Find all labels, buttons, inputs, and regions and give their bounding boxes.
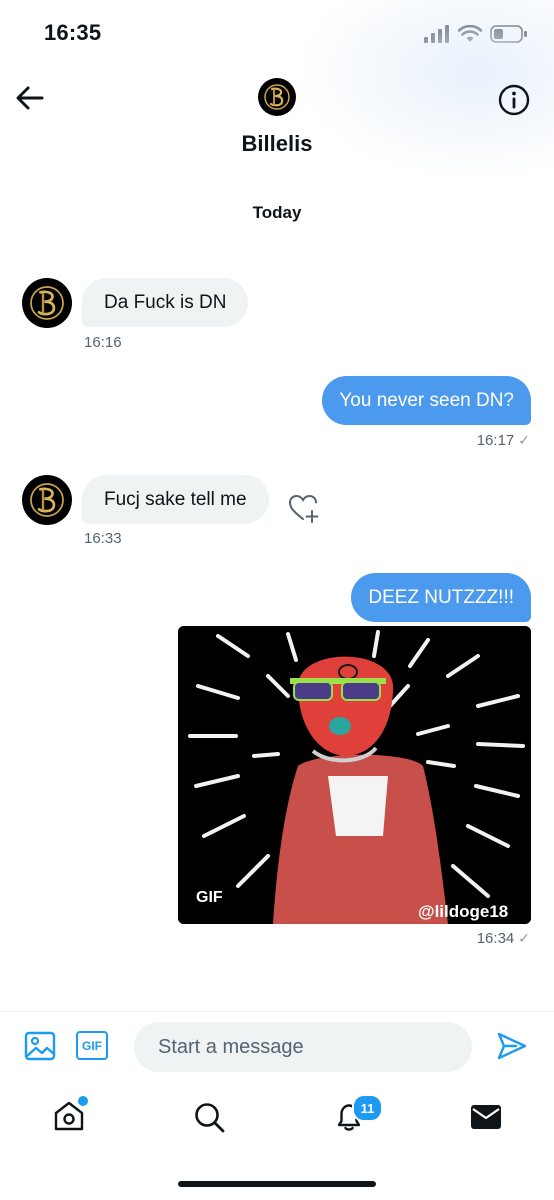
gif-message[interactable]: [178, 626, 531, 924]
message-bubble-incoming[interactable]: Fucj sake tell me: [82, 475, 269, 524]
monogram-logo-icon: [30, 483, 64, 517]
composer-divider: [0, 1011, 554, 1012]
message-meta: 16:17 ✓: [477, 432, 530, 449]
heart-plus-react-icon[interactable]: [288, 492, 322, 524]
sent-check-icon: ✓: [518, 432, 530, 448]
gif-attach-label: GIF: [82, 1038, 102, 1053]
message-bubble-outgoing[interactable]: DEEZ NUTZZZ!!!: [351, 573, 531, 622]
gif-badge: GIF: [196, 889, 223, 906]
message-timestamp: 16:16: [84, 334, 122, 351]
monogram-logo-icon: [264, 84, 290, 110]
home-indicator: [178, 1181, 376, 1187]
message-bubble-outgoing[interactable]: You never seen DN?: [322, 376, 531, 425]
conversation-title[interactable]: Billelis: [0, 131, 554, 157]
message-timestamp: 16:34: [476, 930, 515, 947]
gif-watermark: @lildoge18: [418, 902, 509, 921]
header-avatar[interactable]: [258, 78, 296, 116]
notification-count-badge: 11: [352, 1094, 383, 1122]
sent-check-icon: ✓: [518, 930, 530, 946]
gif-attach-button[interactable]: GIF: [76, 1031, 108, 1060]
messages-envelope-icon[interactable]: [470, 1104, 502, 1130]
day-separator: Today: [252, 203, 302, 222]
gif-image: [178, 626, 531, 924]
back-arrow-icon[interactable]: [14, 84, 46, 112]
sender-avatar[interactable]: [22, 475, 72, 525]
sender-avatar[interactable]: [22, 278, 72, 328]
message-bubble-incoming[interactable]: Da Fuck is DN: [82, 278, 249, 327]
message-input-placeholder: Start a message: [158, 1035, 304, 1058]
info-icon[interactable]: [497, 83, 531, 117]
message-timestamp: 16:33: [84, 530, 122, 547]
home-unread-dot: [76, 1094, 90, 1108]
monogram-logo-icon: [30, 286, 64, 320]
search-icon[interactable]: [193, 1101, 225, 1133]
image-attach-icon[interactable]: [24, 1030, 56, 1062]
status-time: 16:35: [44, 20, 102, 45]
send-icon[interactable]: [496, 1031, 528, 1061]
message-input[interactable]: Start a message: [134, 1022, 472, 1072]
message-timestamp: 16:17: [476, 432, 515, 449]
message-meta: 16:34 ✓: [477, 930, 530, 947]
